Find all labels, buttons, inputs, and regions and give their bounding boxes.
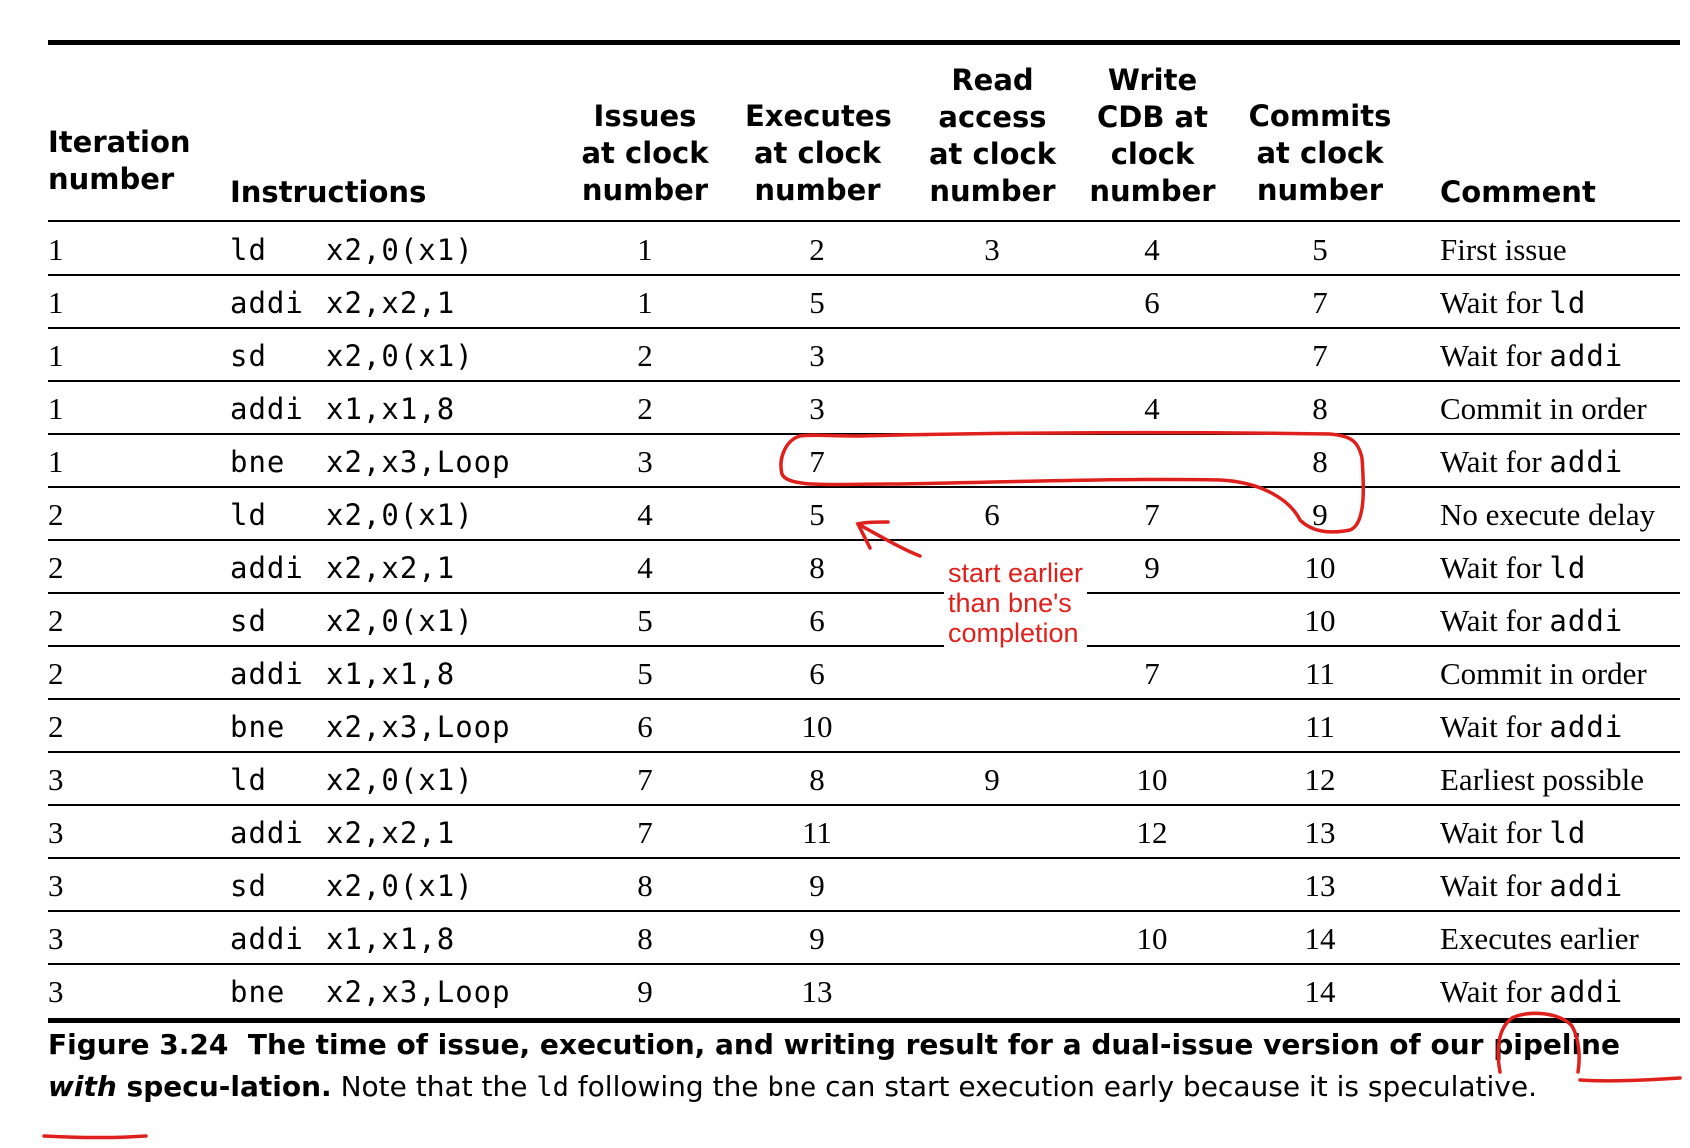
annotation-circle-with bbox=[1496, 1011, 1581, 1074]
figure-page: Iteration number Instructions Issues at … bbox=[0, 0, 1690, 1148]
annotation-circle-bne-row bbox=[779, 430, 1366, 534]
annotation-underline-lation bbox=[42, 1134, 148, 1140]
annotation-underline-speculation bbox=[1578, 1076, 1682, 1083]
annotation-ink-layer bbox=[42, 430, 1682, 1140]
